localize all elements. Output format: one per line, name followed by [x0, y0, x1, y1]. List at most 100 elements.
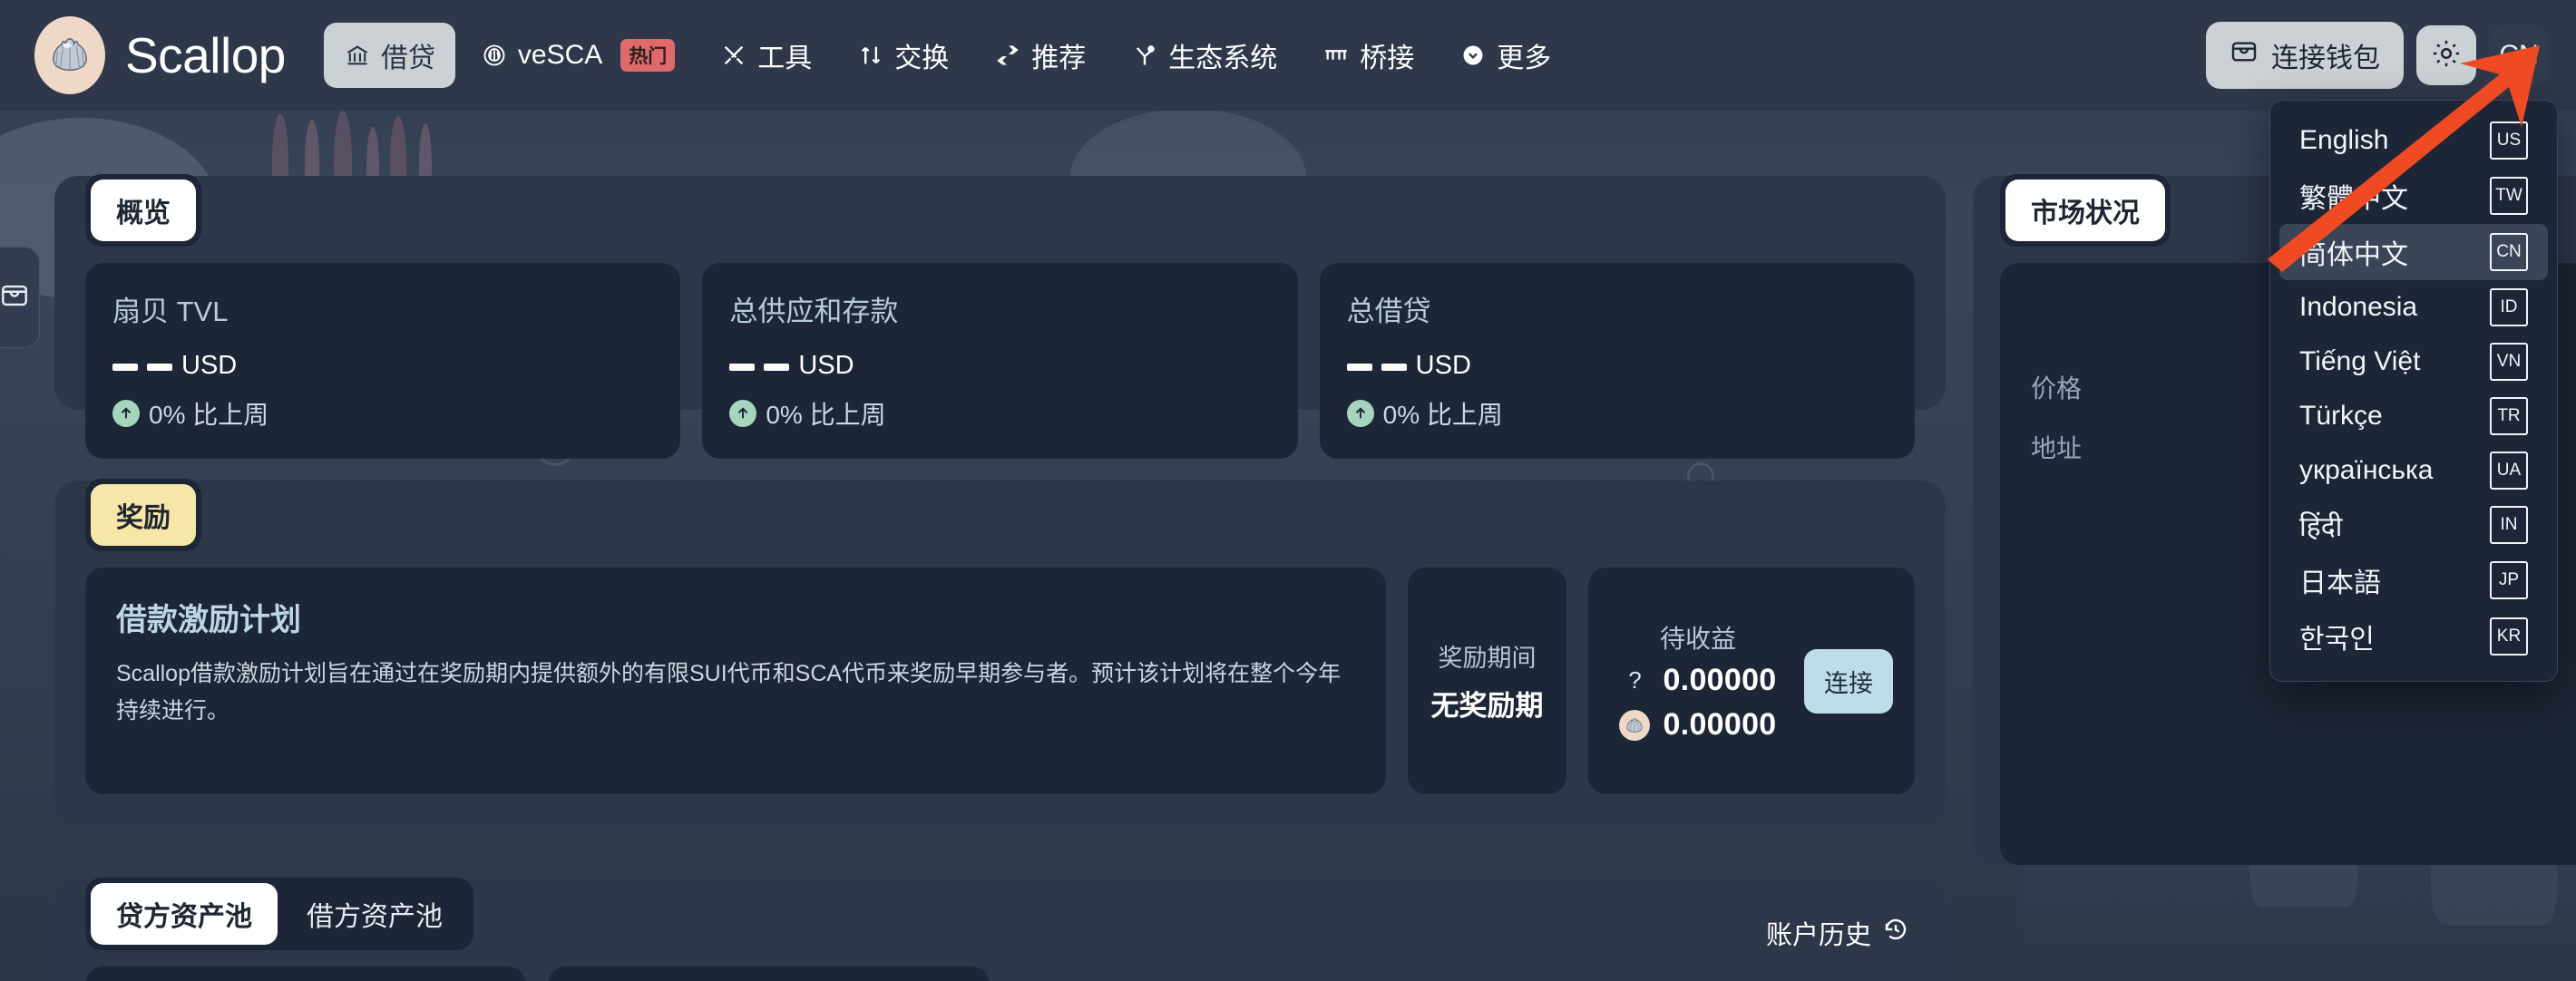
overview-delta-text: 0% 比上周 — [766, 395, 885, 432]
nav-item-swap[interactable]: 交换 — [837, 23, 969, 88]
language-option-ua[interactable]: українська UA — [2279, 443, 2548, 498]
pending-amount-value: 0.00000 — [1663, 707, 1777, 742]
connect-button[interactable]: 连接 — [1804, 648, 1893, 714]
nav-label: 交换 — [894, 44, 950, 73]
nav-item-tools[interactable]: 工具 — [700, 23, 832, 88]
nav-label: 借贷 — [380, 44, 435, 73]
pools-stat-grid: 您已供应$0USD 平均APYi0% — [85, 966, 1915, 981]
rewards-body-text: Scallop借款激励计划旨在通过在奖励期内提供额外的有限SUI代币和SCA代币… — [116, 661, 1342, 724]
main-nav: 借贷 veSCA 热门 工具 交换 推荐 生态系统 桥接 更多 — [323, 23, 1571, 88]
overview-stat-delta: 0% 比上周 — [112, 395, 653, 432]
overview-stat-value: USD — [729, 353, 1270, 379]
language-option-jp[interactable]: 日本語 JP — [2279, 552, 2548, 608]
pending-amount-row: ? 0.00000 — [1619, 663, 1776, 698]
language-option-cn[interactable]: 简体中文 CN — [2279, 224, 2548, 280]
nav-item-ecosystem[interactable]: 生态系统 — [1111, 23, 1297, 88]
language-button[interactable]: CN — [2489, 25, 2549, 85]
language-option-in[interactable]: हिंदी IN — [2279, 498, 2548, 552]
chevron-down-icon — [1459, 42, 1487, 69]
ecosystem-icon — [1131, 42, 1158, 69]
nav-item-vesca[interactable]: veSCA 热门 — [461, 26, 695, 84]
overview-stat-delta: 0% 比上周 — [1346, 395, 1888, 432]
referral-icon — [994, 42, 1021, 69]
settings-button[interactable] — [2416, 25, 2476, 85]
overview-stat-card: 扇贝 TVL USD 0% 比上周 — [85, 263, 681, 459]
arrow-up-icon — [112, 400, 140, 427]
arrow-up-icon — [1346, 400, 1374, 427]
pools-panel: 贷方资产池借方资产池 账户历史 您已供应$0USD 平均APYi0% — [54, 878, 1946, 981]
tab-rewards[interactable]: 奖励 — [91, 484, 196, 546]
market-tabs: 市场状况 — [2000, 174, 2171, 247]
pending-rewards-column: 待收益 ? 0.00000 0.00000 — [1610, 619, 1786, 743]
overview-delta-text: 0% 比上周 — [149, 395, 268, 432]
bank-icon — [344, 42, 371, 69]
nav-item-more[interactable]: 更多 — [1439, 23, 1571, 88]
nav-item-lending[interactable]: 借贷 — [323, 23, 455, 88]
language-option-code: CN — [2490, 233, 2528, 271]
overview-delta-value: 0% — [1382, 401, 1420, 429]
rewards-period-label: 奖励期间 — [1438, 645, 1537, 672]
wallet-icon — [0, 280, 30, 316]
nav-label: veSCA — [517, 40, 603, 70]
vesca-icon — [481, 42, 508, 69]
account-history-link[interactable]: 账户历史 — [1766, 914, 1909, 952]
language-option-label: Tiếng Việt — [2299, 346, 2421, 376]
language-option-id[interactable]: Indonesia ID — [2279, 280, 2548, 335]
language-option-label: 繁體中文 — [2299, 184, 2408, 214]
overview-stat-unit: USD — [181, 351, 238, 380]
language-option-code: VN — [2490, 343, 2528, 381]
nav-item-bridge[interactable]: 桥接 — [1303, 23, 1434, 88]
brand-name: Scallop — [125, 27, 286, 83]
overview-delta-text: 0% 比上周 — [1383, 395, 1503, 432]
language-option-code: ID — [2490, 288, 2528, 326]
language-option-code: KR — [2490, 617, 2528, 656]
overview-stat-value: USD — [112, 353, 653, 379]
language-option-label: Indonesia — [2299, 292, 2418, 322]
language-option-tw[interactable]: 繁體中文 TW — [2279, 168, 2548, 224]
swap-icon — [857, 42, 884, 69]
connect-wallet-button[interactable]: 连接钱包 — [2206, 22, 2404, 89]
pool-stat-card: 您已供应$0USD — [85, 966, 527, 981]
wallet-icon — [2230, 37, 2259, 73]
history-icon — [1882, 916, 1909, 950]
language-option-kr[interactable]: 한국인 KR — [2279, 608, 2548, 665]
empty-value-dashes — [112, 364, 172, 379]
overview-panel: 概览 扇贝 TVL USD 0% 比上周 总供应和存款 USD 0% 比上周 总借贷 USD 0… — [54, 174, 1946, 459]
rewards-heading: 借款激励计划 — [116, 603, 301, 637]
empty-value-dashes — [729, 364, 790, 379]
nav-item-referral[interactable]: 推荐 — [974, 23, 1106, 88]
overview-stat-value: USD — [1346, 353, 1888, 379]
language-dropdown-menu: English US 繁體中文 TW 简体中文 CN Indonesia ID Tiếng Vi… — [2269, 100, 2558, 682]
pending-rewards-card: 待收益 ? 0.00000 0.00000 连接 — [1588, 568, 1915, 794]
hot-badge: 热门 — [620, 39, 676, 72]
language-option-vn[interactable]: Tiếng Việt VN — [2279, 335, 2548, 389]
overview-stat-delta: 0% 比上周 — [729, 395, 1270, 432]
pending-amount-row: 0.00000 — [1619, 707, 1776, 743]
bridge-icon — [1322, 42, 1350, 69]
language-option-label: українська — [2299, 455, 2434, 485]
language-option-code: JP — [2490, 561, 2528, 599]
tools-icon — [720, 42, 747, 69]
language-option-tr[interactable]: Türkçe TR — [2279, 389, 2548, 443]
language-option-label: 日本語 — [2299, 568, 2381, 598]
overview-tabs: 概览 — [85, 174, 201, 247]
overview-delta-note: 比上周 — [809, 401, 886, 429]
gear-icon — [2430, 37, 2463, 74]
app-root: Scallop 借贷 veSCA 热门 工具 交换 推荐 生态系统 桥接 更多 … — [0, 0, 2576, 981]
brand[interactable]: Scallop — [34, 16, 286, 94]
rewards-period-card: 奖励期间 无奖励期 — [1408, 568, 1566, 794]
tab-market-status[interactable]: 市场状况 — [2005, 180, 2165, 241]
connect-wallet-label: 连接钱包 — [2271, 44, 2380, 73]
tab-pool-borrow[interactable]: 借方资产池 — [281, 883, 468, 945]
nav-label: 推荐 — [1031, 44, 1087, 73]
pool-stat-card: 平均APYi0% — [548, 966, 990, 981]
language-option-code: IN — [2490, 506, 2528, 544]
language-option-label: 简体中文 — [2299, 240, 2408, 270]
language-option-label: 한국인 — [2299, 625, 2375, 655]
tab-overview[interactable]: 概览 — [91, 180, 196, 241]
pending-rewards-label: 待收益 — [1659, 625, 1736, 653]
language-option-us[interactable]: English US — [2279, 113, 2548, 168]
wallet-edge-tab[interactable] — [0, 247, 40, 348]
language-option-code: TW — [2490, 177, 2528, 215]
tab-pool-supply[interactable]: 贷方资产池 — [91, 883, 278, 945]
